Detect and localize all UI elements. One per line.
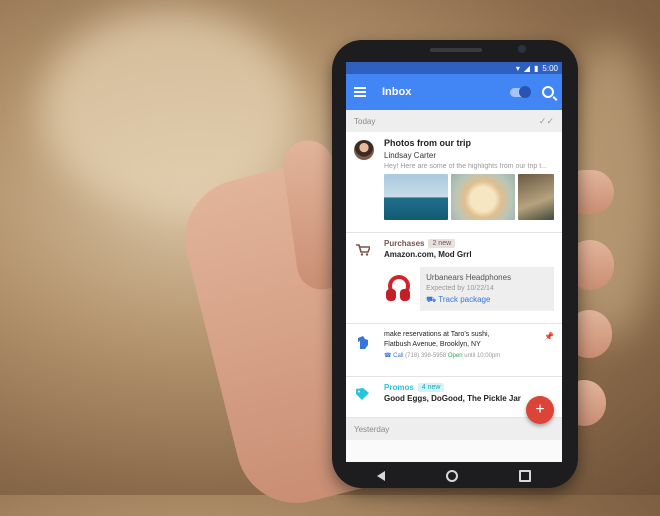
camera	[518, 45, 526, 53]
tag-icon	[356, 387, 370, 400]
open-hours: until 10:00pm	[464, 353, 501, 359]
email-subject: Photos from our trip	[384, 138, 471, 148]
section-label: Today	[354, 116, 376, 126]
phone: ▾ ◢ ▮ 5:00 Inbox Today ✓✓ Photos from ou…	[332, 40, 578, 488]
reminder-text: make reservations at Taro's sushi,	[384, 331, 490, 338]
speaker	[430, 48, 482, 52]
app-bar: Inbox	[346, 74, 562, 110]
compose-button[interactable]: +	[526, 396, 554, 424]
avatar	[354, 140, 374, 160]
home-icon[interactable]	[445, 470, 458, 482]
page-title: Inbox	[382, 86, 412, 98]
email-snippet: Hey! Here are some of the highlights fro…	[384, 163, 548, 170]
status-time: 5:00	[542, 63, 558, 73]
bundle-senders: Amazon.com, Mod Grrl	[384, 250, 472, 259]
photo-thumbnail[interactable]	[450, 174, 515, 220]
reminder-hand-icon	[356, 334, 370, 350]
signal-icon: ◢	[523, 63, 531, 73]
status-bar: ▾ ◢ ▮ 5:00	[346, 62, 562, 74]
bundle-category: Purchases	[384, 239, 425, 248]
reminder-meta: ☎ Call (718) 398-5958 Open until 10:00pm	[384, 352, 554, 359]
headphones-image	[384, 275, 412, 303]
new-count-badge: 4 new	[417, 383, 445, 392]
photo-thumbnail[interactable]	[384, 174, 448, 220]
nav-bar	[346, 466, 562, 486]
call-label: Call	[393, 353, 404, 359]
phone-icon: ☎	[384, 353, 392, 359]
phone-number: (718) 398-5958	[405, 353, 447, 359]
photo-strip	[384, 174, 554, 220]
section-header-today: Today ✓✓	[346, 110, 562, 132]
battery-icon: ▮	[534, 63, 539, 73]
track-package-link[interactable]: ⛟ Track package	[426, 295, 548, 305]
call-link[interactable]: ☎ Call	[384, 353, 405, 359]
email-sender: Lindsay Carter	[384, 151, 437, 160]
back-icon[interactable]	[376, 471, 385, 481]
reminder-location: Flatbush Avenue, Brooklyn, NY	[384, 341, 481, 348]
bundle-card-purchases[interactable]: Purchases 2 new Amazon.com, Mod Grrl Urb…	[346, 233, 562, 324]
recent-apps-icon[interactable]	[519, 470, 532, 482]
track-package-label: Track package	[438, 295, 491, 304]
bundle-category: Promos	[384, 383, 414, 392]
pin-icon[interactable]: 📌	[544, 332, 554, 341]
reminder-card[interactable]: 📌 make reservations at Taro's sushi, Fla…	[346, 324, 562, 377]
email-card-photos[interactable]: Photos from our trip Lindsay Carter Hey!…	[346, 132, 562, 233]
package-info: Urbanears Headphones Expected by 10/22/1…	[420, 267, 554, 311]
pin-toggle[interactable]	[510, 85, 531, 98]
wifi-icon: ▾	[515, 63, 520, 73]
section-header-yesterday: Yesterday	[346, 418, 562, 440]
screen: ▾ ◢ ▮ 5:00 Inbox Today ✓✓ Photos from ou…	[346, 62, 562, 462]
truck-icon: ⛟	[426, 295, 437, 304]
photo-thumbnail[interactable]	[517, 174, 554, 220]
package-tracker: Urbanears Headphones Expected by 10/22/1…	[384, 267, 554, 311]
new-count-badge: 2 new	[428, 239, 456, 248]
search-icon[interactable]	[542, 86, 554, 98]
sweep-icon[interactable]: ✓✓	[539, 116, 554, 127]
menu-icon[interactable]	[354, 87, 366, 97]
open-status: Open	[447, 353, 463, 359]
package-item: Urbanears Headphones	[426, 273, 512, 282]
section-label: Yesterday	[354, 424, 390, 434]
package-expected: Expected by 10/22/14	[426, 285, 494, 292]
cart-icon	[356, 243, 372, 256]
